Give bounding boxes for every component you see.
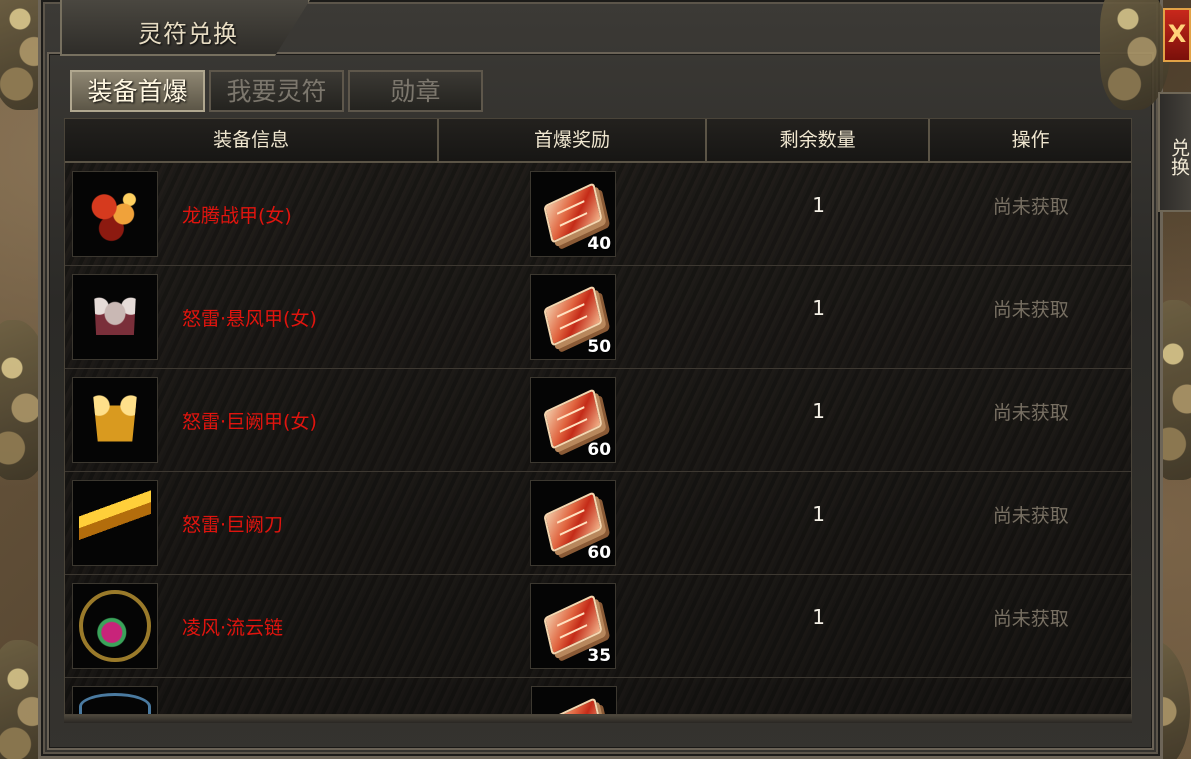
reward-count: 35 <box>587 646 612 666</box>
dragon-armor-icon <box>79 178 151 250</box>
item-slot[interactable] <box>72 377 158 463</box>
remaining-count: 1 <box>812 502 825 526</box>
table-row: 怒雷·巨阙刀 60 1 尚未获取 <box>65 472 1131 575</box>
action-status[interactable]: 尚未获取 <box>930 192 1131 219</box>
remaining-count: 1 <box>812 399 825 423</box>
remaining-count: 1 <box>812 296 825 320</box>
item-slot[interactable] <box>72 480 158 566</box>
action-status[interactable]: 尚未获取 <box>930 295 1131 322</box>
action-status[interactable]: 尚未获取 <box>930 604 1131 631</box>
tab-bar: 装备首爆 我要灵符 勋章 <box>70 70 483 112</box>
equipment-cell: 龙腾战甲(女) <box>65 171 439 257</box>
item-name[interactable]: 怒雷·巨阙刀 <box>182 510 283 537</box>
table-bottom-edge <box>64 715 1132 723</box>
action-status[interactable]: 尚未获取 <box>930 398 1131 425</box>
table-row: 凌风·流云链 35 1 尚未获取 <box>65 575 1131 678</box>
reward-table: 装备信息 首爆奖励 剩余数量 操作 龙腾战甲(女) 40 1 尚未获取 怒雷·悬… <box>64 118 1132 715</box>
item-name[interactable]: 龙腾战甲(女) <box>182 201 292 228</box>
remaining-count: 1 <box>812 605 825 629</box>
reward-count: 40 <box>587 234 612 254</box>
table-row: 怒雷·巨阙甲(女) 60 1 尚未获取 <box>65 369 1131 472</box>
reward-cell: 35 <box>439 583 707 669</box>
equipment-cell: 怒雷·巨阙刀 <box>65 480 439 566</box>
tab-medal[interactable]: 勋章 <box>348 70 483 112</box>
equipment-cell: 怒雷·悬风甲(女) <box>65 274 439 360</box>
golden-armor-icon <box>91 384 139 456</box>
reward-cell <box>440 686 708 714</box>
header-action: 操作 <box>1011 129 1050 151</box>
action-status[interactable]: 尚未获取 <box>930 501 1131 528</box>
reward-cell: 40 <box>439 171 707 257</box>
reward-cell: 50 <box>439 274 707 360</box>
talisman-bundle-icon <box>544 697 604 714</box>
window-title: 灵符兑换 <box>138 20 238 48</box>
reward-slot[interactable] <box>531 686 617 714</box>
table-row <box>65 678 1131 714</box>
item-name[interactable]: 怒雷·悬风甲(女) <box>182 304 317 331</box>
winged-armor-icon <box>93 281 137 353</box>
reward-cell: 60 <box>439 377 707 463</box>
item-slot[interactable] <box>72 583 158 669</box>
reward-slot[interactable]: 60 <box>530 377 617 463</box>
remaining-count: 1 <box>812 193 825 217</box>
reward-count: 60 <box>587 543 612 563</box>
item-name[interactable]: 凌风·流云链 <box>182 613 283 640</box>
table-row: 龙腾战甲(女) 40 1 尚未获取 <box>65 163 1131 266</box>
header-first-drop-reward: 首爆奖励 <box>439 119 707 161</box>
reward-slot[interactable]: 35 <box>530 583 617 669</box>
header-equipment-info: 装备信息 <box>65 119 440 161</box>
reward-slot[interactable]: 40 <box>530 171 617 257</box>
tab-first-drop[interactable]: 装备首爆 <box>70 70 205 112</box>
reward-slot[interactable]: 50 <box>530 274 617 360</box>
equipment-cell <box>65 686 440 714</box>
item-name[interactable]: 怒雷·巨阙甲(女) <box>182 407 317 434</box>
reward-cell: 60 <box>439 480 707 566</box>
necklace-icon <box>79 590 151 662</box>
item-icon <box>79 693 151 714</box>
reward-count: 50 <box>587 337 612 357</box>
item-slot[interactable] <box>72 274 158 360</box>
reward-count: 60 <box>587 440 612 460</box>
blade-icon <box>79 487 151 559</box>
equipment-cell: 怒雷·巨阙甲(女) <box>65 377 439 463</box>
item-slot[interactable] <box>72 686 158 714</box>
close-button[interactable]: X <box>1163 8 1191 62</box>
item-slot[interactable] <box>72 171 158 257</box>
equipment-cell: 凌风·流云链 <box>65 583 439 669</box>
table-row: 怒雷·悬风甲(女) 50 1 尚未获取 <box>65 266 1131 369</box>
header-remaining: 剩余数量 <box>707 119 931 161</box>
reward-slot[interactable]: 60 <box>530 480 617 566</box>
table-header: 装备信息 首爆奖励 剩余数量 操作 <box>65 119 1131 163</box>
side-tab-exchange[interactable]: 兑换 <box>1158 92 1191 212</box>
tab-get-talisman[interactable]: 我要灵符 <box>209 70 344 112</box>
